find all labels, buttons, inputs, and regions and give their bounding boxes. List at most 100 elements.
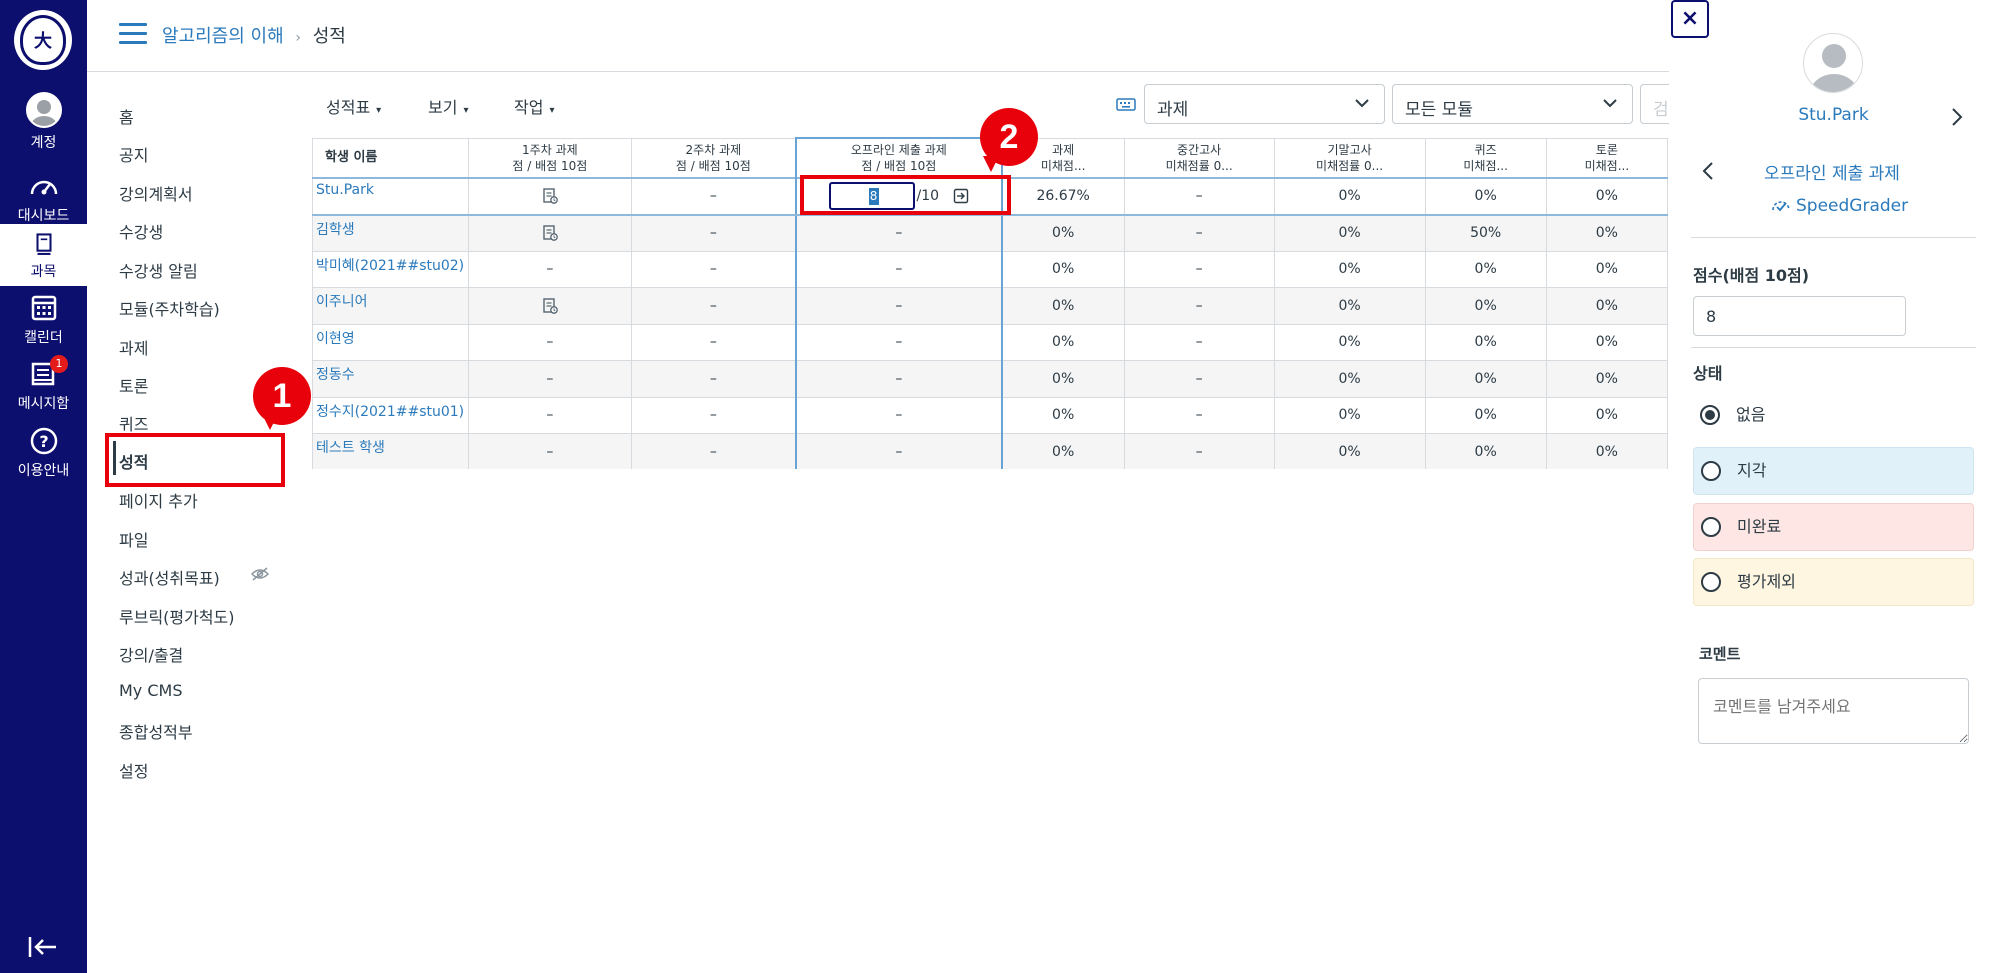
cell-discussion[interactable]: 0% bbox=[1545, 396, 1668, 434]
cell-week2[interactable]: – bbox=[630, 433, 797, 469]
cell-week1[interactable]: – bbox=[467, 396, 632, 434]
course-nav-files[interactable]: 파일 bbox=[119, 527, 148, 551]
cell-midterm[interactable]: – bbox=[1123, 214, 1275, 252]
column-header-week1[interactable]: 1주차 과제 점 / 배점 10점 bbox=[467, 137, 632, 179]
cell-assignments-group[interactable]: 0% bbox=[1001, 396, 1125, 434]
keyboard-shortcuts-icon[interactable] bbox=[1116, 96, 1136, 112]
cell-quiz[interactable]: 0% bbox=[1424, 177, 1547, 216]
cell-midterm[interactable]: – bbox=[1123, 433, 1275, 469]
cell-midterm[interactable]: – bbox=[1123, 360, 1275, 398]
course-nav-my-cms[interactable]: My CMS bbox=[119, 681, 183, 700]
cell-week1[interactable] bbox=[467, 214, 632, 252]
column-header-discussion[interactable]: 토론 미채점... bbox=[1545, 137, 1668, 179]
status-radio-late[interactable]: 지각 bbox=[1693, 447, 1974, 495]
breadcrumb-course-link[interactable]: 알고리즘의 이해 bbox=[162, 26, 284, 47]
cell-offline[interactable]: – bbox=[794, 250, 1003, 288]
cell-week1[interactable]: – bbox=[467, 250, 632, 288]
course-nav-announcements[interactable]: 공지 bbox=[119, 142, 148, 166]
tray-assignment-name[interactable]: 오프라인 제출 과제 bbox=[1764, 159, 1900, 184]
cell-quiz[interactable]: 0% bbox=[1424, 396, 1547, 434]
course-nav-add-page[interactable]: 페이지 추가 bbox=[119, 488, 198, 512]
cell-offline[interactable]: – bbox=[794, 433, 1003, 469]
nav-dashboard[interactable]: 대시보드 bbox=[0, 170, 87, 225]
cell-week2[interactable]: – bbox=[630, 323, 797, 361]
cell-offline[interactable]: – bbox=[794, 323, 1003, 361]
cell-week2[interactable]: – bbox=[630, 177, 797, 216]
cell-final[interactable]: 0% bbox=[1273, 287, 1426, 325]
cell-discussion[interactable]: 0% bbox=[1545, 433, 1668, 469]
course-nav-quizzes[interactable]: 퀴즈 bbox=[119, 411, 148, 435]
student-name-link[interactable]: 테스트 학생 bbox=[312, 433, 469, 469]
cell-midterm[interactable]: – bbox=[1123, 287, 1275, 325]
cell-midterm[interactable]: – bbox=[1123, 177, 1275, 216]
status-radio-excused[interactable]: 평가제외 bbox=[1693, 558, 1974, 606]
tray-score-input[interactable]: 8 bbox=[1693, 296, 1906, 336]
student-name-link[interactable]: 박미혜(2021##stu02) bbox=[312, 250, 469, 288]
column-header-final[interactable]: 기말고사 미채점률 0... bbox=[1273, 137, 1426, 179]
cell-offline[interactable]: – bbox=[794, 214, 1003, 252]
course-nav-attendance[interactable]: 강의/출결 bbox=[119, 642, 183, 666]
cell-assignments-group[interactable]: 0% bbox=[1001, 287, 1125, 325]
course-nav-rubrics[interactable]: 루브릭(평가척도) bbox=[119, 604, 235, 628]
cell-assignments-group[interactable]: 0% bbox=[1001, 360, 1125, 398]
cell-week1[interactable]: – bbox=[467, 360, 632, 398]
cell-midterm[interactable]: – bbox=[1123, 323, 1275, 361]
student-name-link[interactable]: 김학생 bbox=[312, 214, 469, 252]
course-nav-home[interactable]: 홈 bbox=[119, 104, 134, 128]
student-name-link[interactable]: 정동수 bbox=[312, 360, 469, 398]
cell-assignments-group[interactable]: 0% bbox=[1001, 214, 1125, 252]
cell-midterm[interactable]: – bbox=[1123, 396, 1275, 434]
gradebook-menu[interactable]: 성적표 ▾ bbox=[326, 94, 381, 118]
status-radio-none[interactable]: 없음 bbox=[1693, 392, 1974, 440]
cell-midterm[interactable]: – bbox=[1123, 250, 1275, 288]
cell-final[interactable]: 0% bbox=[1273, 323, 1426, 361]
cell-discussion[interactable]: 0% bbox=[1545, 177, 1668, 216]
cell-final[interactable]: 0% bbox=[1273, 396, 1426, 434]
cell-offline[interactable]: – bbox=[794, 287, 1003, 325]
cell-quiz[interactable]: 0% bbox=[1424, 433, 1547, 469]
course-nav-discussions[interactable]: 토론 bbox=[119, 373, 148, 397]
course-nav-outcomes[interactable]: 성과(성취목표) bbox=[119, 565, 220, 589]
column-header-offline[interactable]: 오프라인 제출 과제 점 / 배점 10점 bbox=[794, 137, 1003, 179]
student-name-link[interactable]: 정수지(2021##stu01) bbox=[312, 396, 469, 434]
status-radio-missing[interactable]: 미완료 bbox=[1693, 503, 1974, 551]
university-logo[interactable]: 大 bbox=[14, 10, 72, 70]
close-tray-button[interactable]: × bbox=[1671, 0, 1709, 38]
cell-week2[interactable]: – bbox=[630, 214, 797, 252]
cell-assignments-group[interactable]: 0% bbox=[1001, 433, 1125, 469]
cell-quiz[interactable]: 0% bbox=[1424, 250, 1547, 288]
cell-week1[interactable]: – bbox=[467, 323, 632, 361]
course-nav-total-grades[interactable]: 종합성적부 bbox=[119, 719, 193, 743]
cell-quiz[interactable]: 0% bbox=[1424, 287, 1547, 325]
cell-quiz[interactable]: 50% bbox=[1424, 214, 1547, 252]
cell-week2[interactable]: – bbox=[630, 396, 797, 434]
nav-courses[interactable]: 과목 bbox=[0, 224, 87, 286]
cell-discussion[interactable]: 0% bbox=[1545, 214, 1668, 252]
comment-textarea[interactable] bbox=[1698, 678, 1969, 744]
cell-final[interactable]: 0% bbox=[1273, 250, 1426, 288]
cell-week2[interactable]: – bbox=[630, 360, 797, 398]
speedgrader-link[interactable]: SpeedGrader bbox=[1770, 196, 1908, 216]
student-name-link[interactable]: 이주니어 bbox=[312, 287, 469, 325]
course-nav-modules[interactable]: 모듈(주차학습) bbox=[119, 296, 220, 320]
column-header-week2[interactable]: 2주차 과제 점 / 배점 10점 bbox=[630, 137, 797, 179]
cell-week1[interactable] bbox=[467, 287, 632, 325]
column-header-midterm[interactable]: 중간고사 미채점률 0... bbox=[1123, 137, 1275, 179]
view-menu[interactable]: 보기 ▾ bbox=[428, 94, 468, 118]
cell-final[interactable]: 0% bbox=[1273, 214, 1426, 252]
cell-final[interactable]: 0% bbox=[1273, 360, 1426, 398]
cell-final[interactable]: 0% bbox=[1273, 433, 1426, 469]
course-nav-assignments[interactable]: 과제 bbox=[119, 335, 148, 359]
collapse-nav-icon[interactable] bbox=[26, 934, 60, 960]
nav-help[interactable]: ? 이용안내 bbox=[0, 425, 87, 480]
cell-offline[interactable]: – bbox=[794, 396, 1003, 434]
column-header-student-name[interactable]: 학생 이름 bbox=[312, 137, 469, 179]
cell-week1[interactable]: – bbox=[467, 433, 632, 469]
cell-week2[interactable]: – bbox=[630, 250, 797, 288]
course-nav-syllabus[interactable]: 강의계획서 bbox=[119, 181, 193, 205]
cell-quiz[interactable]: 0% bbox=[1424, 323, 1547, 361]
hamburger-menu-icon[interactable] bbox=[119, 23, 147, 45]
column-header-quiz[interactable]: 퀴즈 미채점... bbox=[1424, 137, 1547, 179]
cell-discussion[interactable]: 0% bbox=[1545, 250, 1668, 288]
cell-assignments-group[interactable]: 0% bbox=[1001, 323, 1125, 361]
